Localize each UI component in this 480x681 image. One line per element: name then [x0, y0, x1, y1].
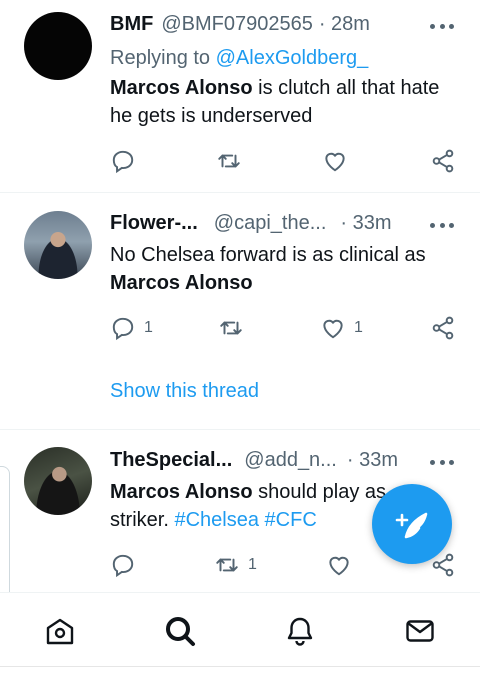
- heart-icon: [329, 556, 349, 576]
- share-button[interactable]: [430, 146, 456, 176]
- user-handle[interactable]: @add_n...: [244, 449, 337, 472]
- tweet-text: No Chelsea forward is as clinical as Mar…: [110, 241, 440, 297]
- bottom-navigation: [0, 592, 480, 668]
- timestamp[interactable]: · 28m: [319, 13, 370, 36]
- notifications-icon: [287, 617, 313, 646]
- user-handle[interactable]: @BMF07902565: [161, 13, 313, 36]
- nav-messages[interactable]: [402, 613, 438, 649]
- avatar[interactable]: [24, 211, 92, 279]
- reply-button[interactable]: [110, 146, 136, 176]
- like-button[interactable]: [322, 146, 348, 176]
- timestamp[interactable]: · 33m: [347, 449, 398, 472]
- retweet-icon: [218, 154, 240, 168]
- compose-tweet-button[interactable]: [372, 484, 452, 564]
- share-icon: [432, 316, 454, 340]
- hashtag-chelsea[interactable]: #Chelsea: [174, 509, 259, 531]
- tweet-text-plain: No Chelsea forward is as clinical as: [110, 244, 426, 266]
- reply-icon: [112, 317, 134, 341]
- timestamp[interactable]: · 33m: [340, 212, 391, 235]
- retweet-button[interactable]: [218, 313, 244, 343]
- display-name[interactable]: Flower-...: [110, 212, 198, 235]
- search-icon: [166, 617, 195, 646]
- nav-search[interactable]: [162, 613, 198, 649]
- heart-icon: [323, 319, 343, 339]
- show-thread-link[interactable]: Show this thread: [110, 380, 259, 403]
- retweet-button[interactable]: 1: [214, 550, 257, 580]
- reply-button[interactable]: 1: [110, 313, 153, 343]
- home-icon: [46, 618, 74, 645]
- retweet-icon: [216, 558, 238, 572]
- tweet-text: Marcos Alonso is clutch all that hate he…: [110, 74, 440, 130]
- system-bar: [0, 666, 480, 681]
- tweet-1[interactable]: BMF @BMF07902565 · 28m Replying to @Alex…: [0, 0, 480, 192]
- tweet-header: BMF @BMF07902565 · 28m: [110, 12, 370, 36]
- replying-to: Replying to @AlexGoldberg_: [110, 44, 440, 72]
- share-button[interactable]: [430, 313, 456, 343]
- tweet-text-bold: Marcos Alonso: [110, 481, 253, 503]
- tweet-header: TheSpecial... @add_n... · 33m: [110, 448, 398, 472]
- replying-handle-link[interactable]: @AlexGoldberg_: [216, 47, 369, 69]
- heart-icon: [325, 152, 345, 172]
- retweet-button[interactable]: [216, 146, 242, 176]
- share-icon: [432, 149, 454, 173]
- retweet-icon: [220, 321, 242, 335]
- reply-button[interactable]: [110, 550, 136, 580]
- compose-quill-icon: [395, 512, 428, 539]
- messages-icon: [406, 620, 434, 642]
- like-button[interactable]: 1: [320, 313, 363, 343]
- tweet-text-bold: Marcos Alonso: [110, 272, 253, 294]
- display-name[interactable]: TheSpecial...: [110, 449, 232, 472]
- more-options-icon[interactable]: [430, 450, 454, 474]
- like-count: 1: [354, 319, 363, 336]
- replying-label: Replying to: [110, 47, 211, 69]
- like-button[interactable]: [326, 550, 352, 580]
- tweet-header: Flower-... @capi_the... · 33m: [110, 211, 392, 235]
- nav-notifications[interactable]: [282, 613, 318, 649]
- avatar[interactable]: [24, 12, 92, 80]
- display-name[interactable]: BMF: [110, 13, 153, 36]
- tweet-actions: 1 1: [0, 313, 480, 343]
- reply-count: 1: [144, 319, 153, 336]
- user-handle[interactable]: @capi_the...: [214, 212, 327, 235]
- more-options-icon[interactable]: [430, 213, 454, 237]
- avatar[interactable]: [24, 447, 92, 515]
- more-options-icon[interactable]: [430, 14, 454, 38]
- tweet-actions: [0, 146, 480, 176]
- tweet-text-bold: Marcos Alonso: [110, 77, 253, 99]
- nav-home[interactable]: [42, 613, 78, 649]
- reply-icon: [112, 554, 134, 578]
- reply-icon: [112, 150, 134, 174]
- retweet-count: 1: [248, 556, 257, 573]
- hashtag-cfc[interactable]: #CFC: [265, 509, 317, 531]
